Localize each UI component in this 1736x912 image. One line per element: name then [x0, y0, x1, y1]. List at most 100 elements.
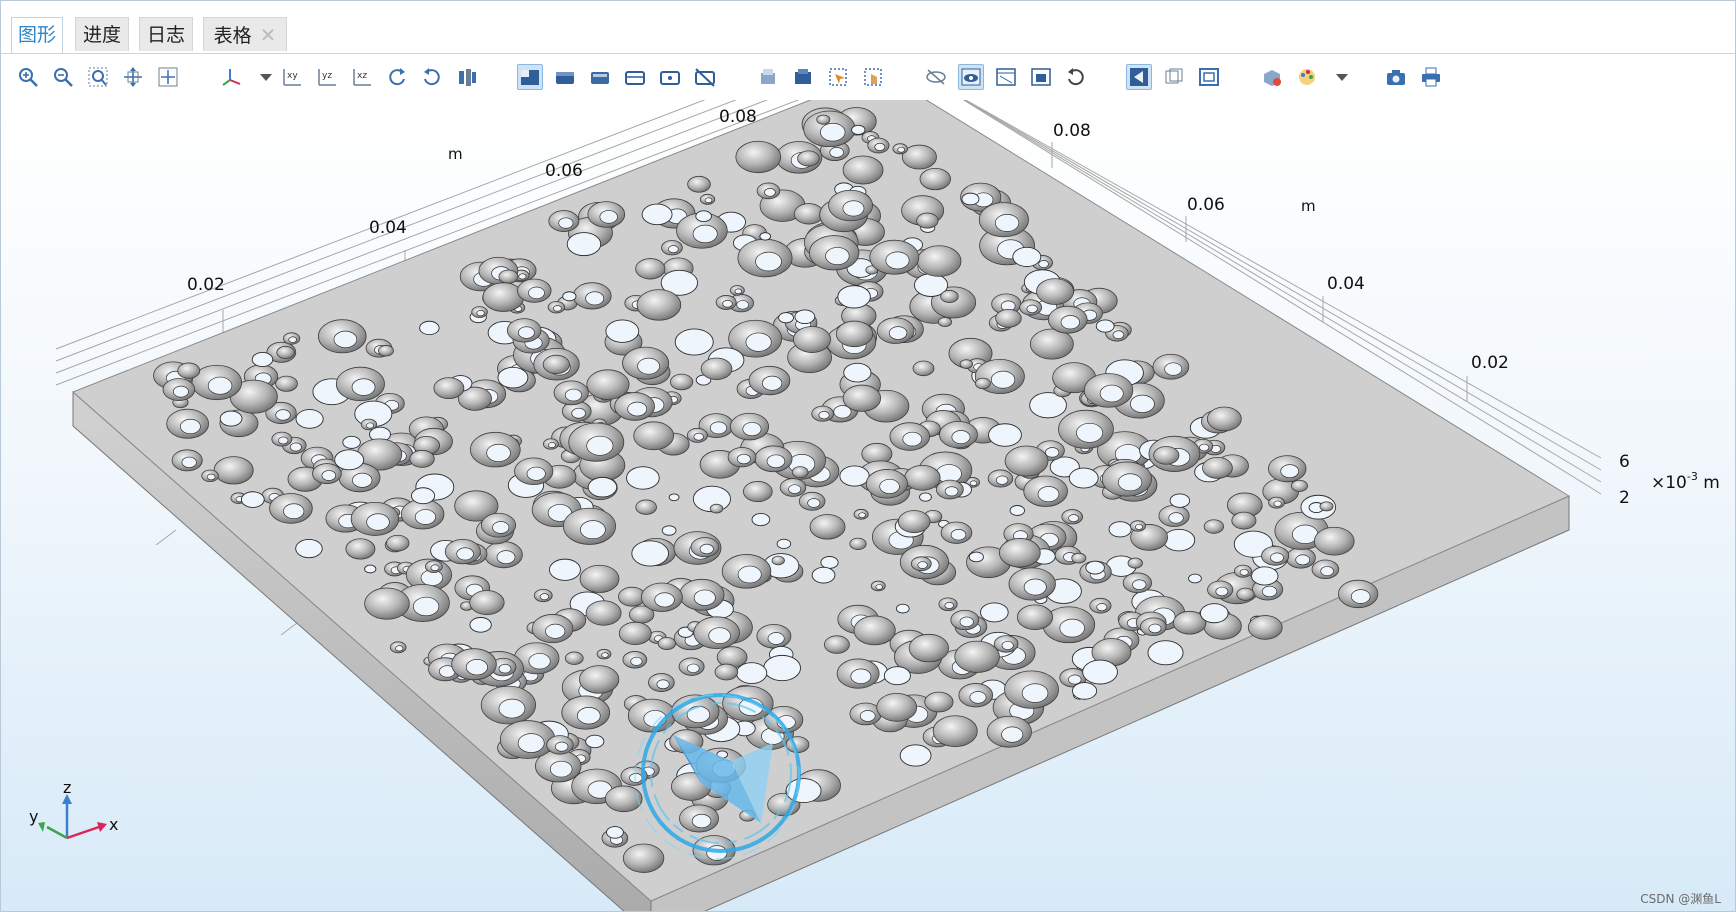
dropdown-arrow-button[interactable]: [1329, 64, 1355, 90]
pore: [939, 421, 978, 449]
pore: [729, 412, 770, 441]
pore: [729, 285, 745, 296]
pick-button[interactable]: [860, 64, 886, 90]
pore: [995, 308, 1022, 328]
close-icon[interactable]: ✕: [260, 23, 277, 47]
select-boundary-icon: [591, 72, 609, 84]
move-button[interactable]: [454, 64, 480, 90]
pore: [699, 193, 716, 205]
pore: [1233, 564, 1253, 578]
zoom-selection-button[interactable]: [155, 64, 181, 90]
zoom-to-selection-button[interactable]: [825, 64, 851, 90]
tab-progress[interactable]: 进度: [75, 17, 129, 51]
pore: [635, 258, 666, 280]
z-unit-suffix: m: [1698, 473, 1720, 493]
select-box-button[interactable]: [517, 64, 543, 90]
svg-text:yz: yz: [322, 71, 332, 81]
graphics-viewport[interactable]: 0.02 0.04 0.06 0.08 m 0.08 0.06 0.04 0.0…: [1, 100, 1735, 911]
pore: [1016, 604, 1054, 630]
render-button[interactable]: [1028, 64, 1054, 90]
pore: [865, 469, 908, 499]
select-box-icon: [521, 70, 539, 85]
pore: [895, 603, 910, 614]
deselect-icon: [695, 68, 715, 87]
camera-button[interactable]: [1383, 64, 1409, 90]
hide-button[interactable]: [923, 64, 949, 90]
view-yz-button[interactable]: yz: [314, 64, 340, 90]
view-xy-button[interactable]: xy: [279, 64, 305, 90]
pore: [839, 465, 870, 487]
tab-graphics[interactable]: 图形: [11, 17, 63, 53]
pore: [940, 289, 959, 303]
rotate-left-button[interactable]: [419, 64, 445, 90]
pore: [1206, 406, 1242, 432]
color-palette-button[interactable]: [1294, 64, 1320, 90]
pore: [549, 558, 581, 581]
reset-view-button[interactable]: [1063, 64, 1089, 90]
triad-y-label: y: [29, 807, 38, 826]
rotate-right-button[interactable]: [384, 64, 410, 90]
pore: [1162, 528, 1196, 552]
pore: [618, 621, 652, 646]
zoom-out-button[interactable]: [50, 64, 76, 90]
pore: [756, 623, 792, 649]
zoom-in-button[interactable]: [15, 64, 41, 90]
transparency-button[interactable]: [1126, 64, 1152, 90]
tab-graphics-label: 图形: [17, 24, 56, 46]
pore: [201, 469, 219, 483]
tab-log[interactable]: 日志: [139, 17, 193, 51]
select-boundary-button[interactable]: [587, 64, 613, 90]
pore: [572, 282, 612, 310]
pore: [604, 785, 643, 813]
left-axis-tick-label: 0.08: [719, 107, 757, 127]
deselect-button[interactable]: [692, 64, 718, 90]
pore: [1068, 467, 1099, 489]
zoom-box-button[interactable]: [85, 64, 111, 90]
pore: [506, 318, 542, 343]
transparency-icon: [1130, 68, 1148, 86]
select-edge-button[interactable]: [622, 64, 648, 90]
z-unit-exp: -3: [1687, 470, 1698, 483]
tab-table[interactable]: 表格 ✕: [203, 17, 287, 51]
dropdown-arrow-icon: [260, 74, 272, 81]
pore: [938, 597, 958, 612]
frame-button[interactable]: [1196, 64, 1222, 90]
porous-plate: [72, 100, 1571, 911]
clear-selection-button[interactable]: [755, 64, 781, 90]
left-axis-tick-label: 0.02: [187, 275, 225, 295]
wireframe-button[interactable]: [993, 64, 1019, 90]
hide-icon: [926, 69, 946, 85]
scene-light-button[interactable]: [1259, 64, 1285, 90]
show-button[interactable]: [958, 64, 984, 90]
mesh-view-button[interactable]: [1161, 64, 1187, 90]
pore: [924, 691, 954, 713]
pore: [444, 538, 481, 565]
dropdown-arrow-button[interactable]: [253, 64, 279, 90]
pore: [820, 556, 839, 569]
highlight-button[interactable]: [790, 64, 816, 90]
pore: [276, 345, 295, 360]
zoom-extents-button[interactable]: [120, 64, 146, 90]
pore: [1199, 603, 1229, 624]
pore: [568, 422, 625, 462]
pore: [998, 538, 1041, 568]
z-axis-unit: ×10-3 m: [1651, 470, 1720, 493]
pore: [811, 405, 834, 422]
pore: [657, 636, 677, 651]
pore: [843, 362, 872, 383]
pore: [641, 203, 673, 226]
pore: [1268, 455, 1307, 483]
pore: [1261, 545, 1290, 566]
axis-orientation-button[interactable]: [218, 64, 244, 90]
geometry-view[interactable]: 0.02 0.04 0.06 0.08 m 0.08 0.06 0.04 0.0…: [1, 100, 1735, 911]
select-domain-button[interactable]: [552, 64, 578, 90]
pore: [1004, 445, 1049, 477]
pore: [636, 289, 682, 321]
pore: [793, 203, 824, 225]
pore: [1152, 353, 1190, 380]
pore: [162, 378, 196, 401]
select-point-button[interactable]: [657, 64, 683, 90]
print-button[interactable]: [1418, 64, 1444, 90]
pore: [714, 663, 739, 681]
view-xz-button[interactable]: xz: [349, 64, 375, 90]
